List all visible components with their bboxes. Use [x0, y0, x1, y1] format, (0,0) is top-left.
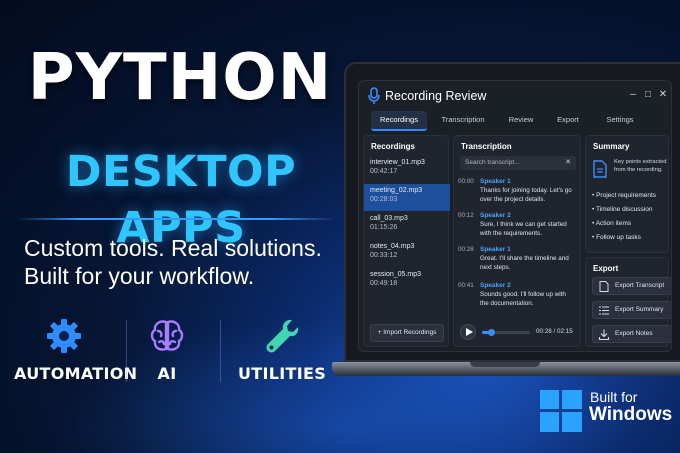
- download-icon: [599, 329, 609, 340]
- export-title: Export: [593, 264, 619, 273]
- summary-bullet: • Follow up tasks: [592, 234, 641, 241]
- transcript-text: Sure, I think we can get started with th…: [480, 221, 567, 237]
- clear-search-icon[interactable]: ✕: [565, 156, 571, 170]
- recording-duration: 00:28:03: [370, 196, 398, 203]
- wrench-icon: [266, 319, 299, 353]
- recording-duration: 01:15:26: [370, 224, 398, 231]
- recording-duration: 00:33:12: [370, 252, 398, 259]
- headline-divider: [16, 218, 336, 220]
- summary-intro: Key points extracted from the recording.: [614, 159, 667, 173]
- transcript-time: 00:00: [458, 178, 474, 185]
- export-label: Export Notes: [615, 330, 653, 337]
- recording-duration: 00:42:17: [370, 168, 398, 175]
- recording-name: call_03.mp3: [370, 215, 408, 222]
- transcript-speaker: Speaker 2: [480, 282, 511, 289]
- document-icon: [599, 281, 609, 292]
- laptop-notch: [470, 362, 540, 367]
- tab-bar: Recordings Transcription Review Export S…: [367, 111, 667, 131]
- transcript-search-input[interactable]: Search transcript... ✕: [460, 156, 576, 170]
- audio-player: 00:28 / 02:15: [460, 322, 578, 342]
- document-icon: [593, 160, 607, 178]
- badge-windows: Windows: [589, 404, 673, 425]
- brain-icon: [150, 320, 184, 351]
- transcription-title: Transcription: [461, 142, 512, 151]
- import-recordings-button[interactable]: + Import Recordings: [370, 324, 444, 342]
- feature-ai: AI: [136, 316, 198, 386]
- tagline-line-1: Custom tools. Real solutions.: [24, 235, 322, 261]
- feature-divider: [220, 320, 221, 382]
- feature-label: AUTOMATION: [14, 364, 138, 383]
- export-panel: Export Export Transcript Export Summary: [585, 257, 671, 347]
- summary-panel: Summary Key points extracted from the re…: [585, 135, 669, 253]
- tab-export[interactable]: Export: [547, 111, 589, 131]
- windows-logo-icon: [540, 390, 582, 432]
- export-summary-button[interactable]: Export Summary: [592, 301, 671, 319]
- minimize-button[interactable]: –: [627, 87, 639, 103]
- export-notes-button[interactable]: Export Notes: [592, 325, 671, 343]
- transcript-time: 00:12: [458, 212, 474, 219]
- tab-settings[interactable]: Settings: [595, 111, 645, 131]
- close-button[interactable]: ✕: [657, 87, 669, 103]
- summary-bullet: • Project requirements: [592, 192, 657, 199]
- feature-row: AUTOMATION AI UTILITIES: [14, 316, 334, 386]
- feature-label: AI: [157, 364, 177, 383]
- recording-name: meeting_02.mp3: [370, 187, 423, 194]
- recordings-title: Recordings: [371, 142, 416, 151]
- recording-item-selected[interactable]: meeting_02.mp3 00:28:03: [364, 184, 450, 211]
- recording-name: notes_04.mp3: [370, 243, 415, 250]
- playback-progress-slider[interactable]: [482, 329, 530, 336]
- list-icon: [599, 306, 609, 315]
- export-label: Export Transcript: [615, 282, 665, 289]
- export-label: Export Summary: [615, 306, 664, 313]
- transcript-speaker: Speaker 2: [480, 212, 511, 219]
- recording-item[interactable]: interview_01.mp3 00:42:17: [364, 156, 450, 183]
- summary-bullet: • Action items: [592, 220, 632, 227]
- recording-item[interactable]: session_05.mp3 00:49:18: [364, 268, 450, 295]
- tab-transcription[interactable]: Transcription: [435, 111, 491, 131]
- transcript-text: Thanks for joining today. Let's go over …: [480, 187, 572, 203]
- playback-time: 00:28 / 02:15: [536, 328, 573, 335]
- export-transcript-button[interactable]: Export Transcript: [592, 277, 671, 295]
- recording-name: interview_01.mp3: [370, 159, 425, 166]
- transcript-speaker: Speaker 1: [480, 246, 511, 253]
- feature-divider: [126, 320, 127, 382]
- tab-review[interactable]: Review: [499, 111, 543, 131]
- recording-name: session_05.mp3: [370, 271, 421, 278]
- transcript-time: 00:41: [458, 282, 474, 289]
- summary-bullet: • Timeline discussion: [592, 206, 653, 213]
- microphone-icon: [368, 87, 380, 104]
- feature-automation: AUTOMATION: [14, 316, 138, 386]
- transcript-time: 00:28: [458, 246, 474, 253]
- summary-title: Summary: [593, 142, 630, 151]
- recording-item[interactable]: call_03.mp3 01:15:26: [364, 212, 450, 239]
- gear-icon: [47, 319, 81, 353]
- headline-python: PYTHON: [27, 41, 333, 115]
- tab-recordings[interactable]: Recordings: [371, 111, 427, 131]
- search-placeholder: Search transcript...: [465, 159, 520, 166]
- feature-utilities: UTILITIES: [230, 316, 334, 386]
- transcript-text: Sounds good. I'll follow up with the doc…: [480, 291, 566, 307]
- feature-label: UTILITIES: [237, 364, 327, 383]
- recordings-panel: Recordings interview_01.mp3 00:42:17 mee…: [363, 135, 450, 347]
- play-button[interactable]: [460, 324, 476, 340]
- app-window: Recording Review – □ ✕ Recordings Transc…: [358, 80, 672, 352]
- badge-built-for: Built for: [590, 389, 638, 405]
- recording-duration: 00:49:18: [370, 280, 398, 287]
- play-icon: [466, 328, 473, 336]
- transcript-text: Great. I'll share the timeline and next …: [480, 255, 569, 271]
- maximize-button[interactable]: □: [642, 87, 654, 103]
- window-title: Recording Review: [385, 89, 487, 103]
- transcript-speaker: Speaker 1: [480, 178, 511, 185]
- transcription-panel: Transcription Search transcript... ✕ 00:…: [453, 135, 581, 347]
- tagline-line-2: Built for your workflow.: [24, 263, 255, 289]
- title-bar: Recording Review – □ ✕: [359, 81, 671, 111]
- recording-item[interactable]: notes_04.mp3 00:33:12: [364, 240, 450, 267]
- playback-progress-knob[interactable]: [488, 329, 496, 336]
